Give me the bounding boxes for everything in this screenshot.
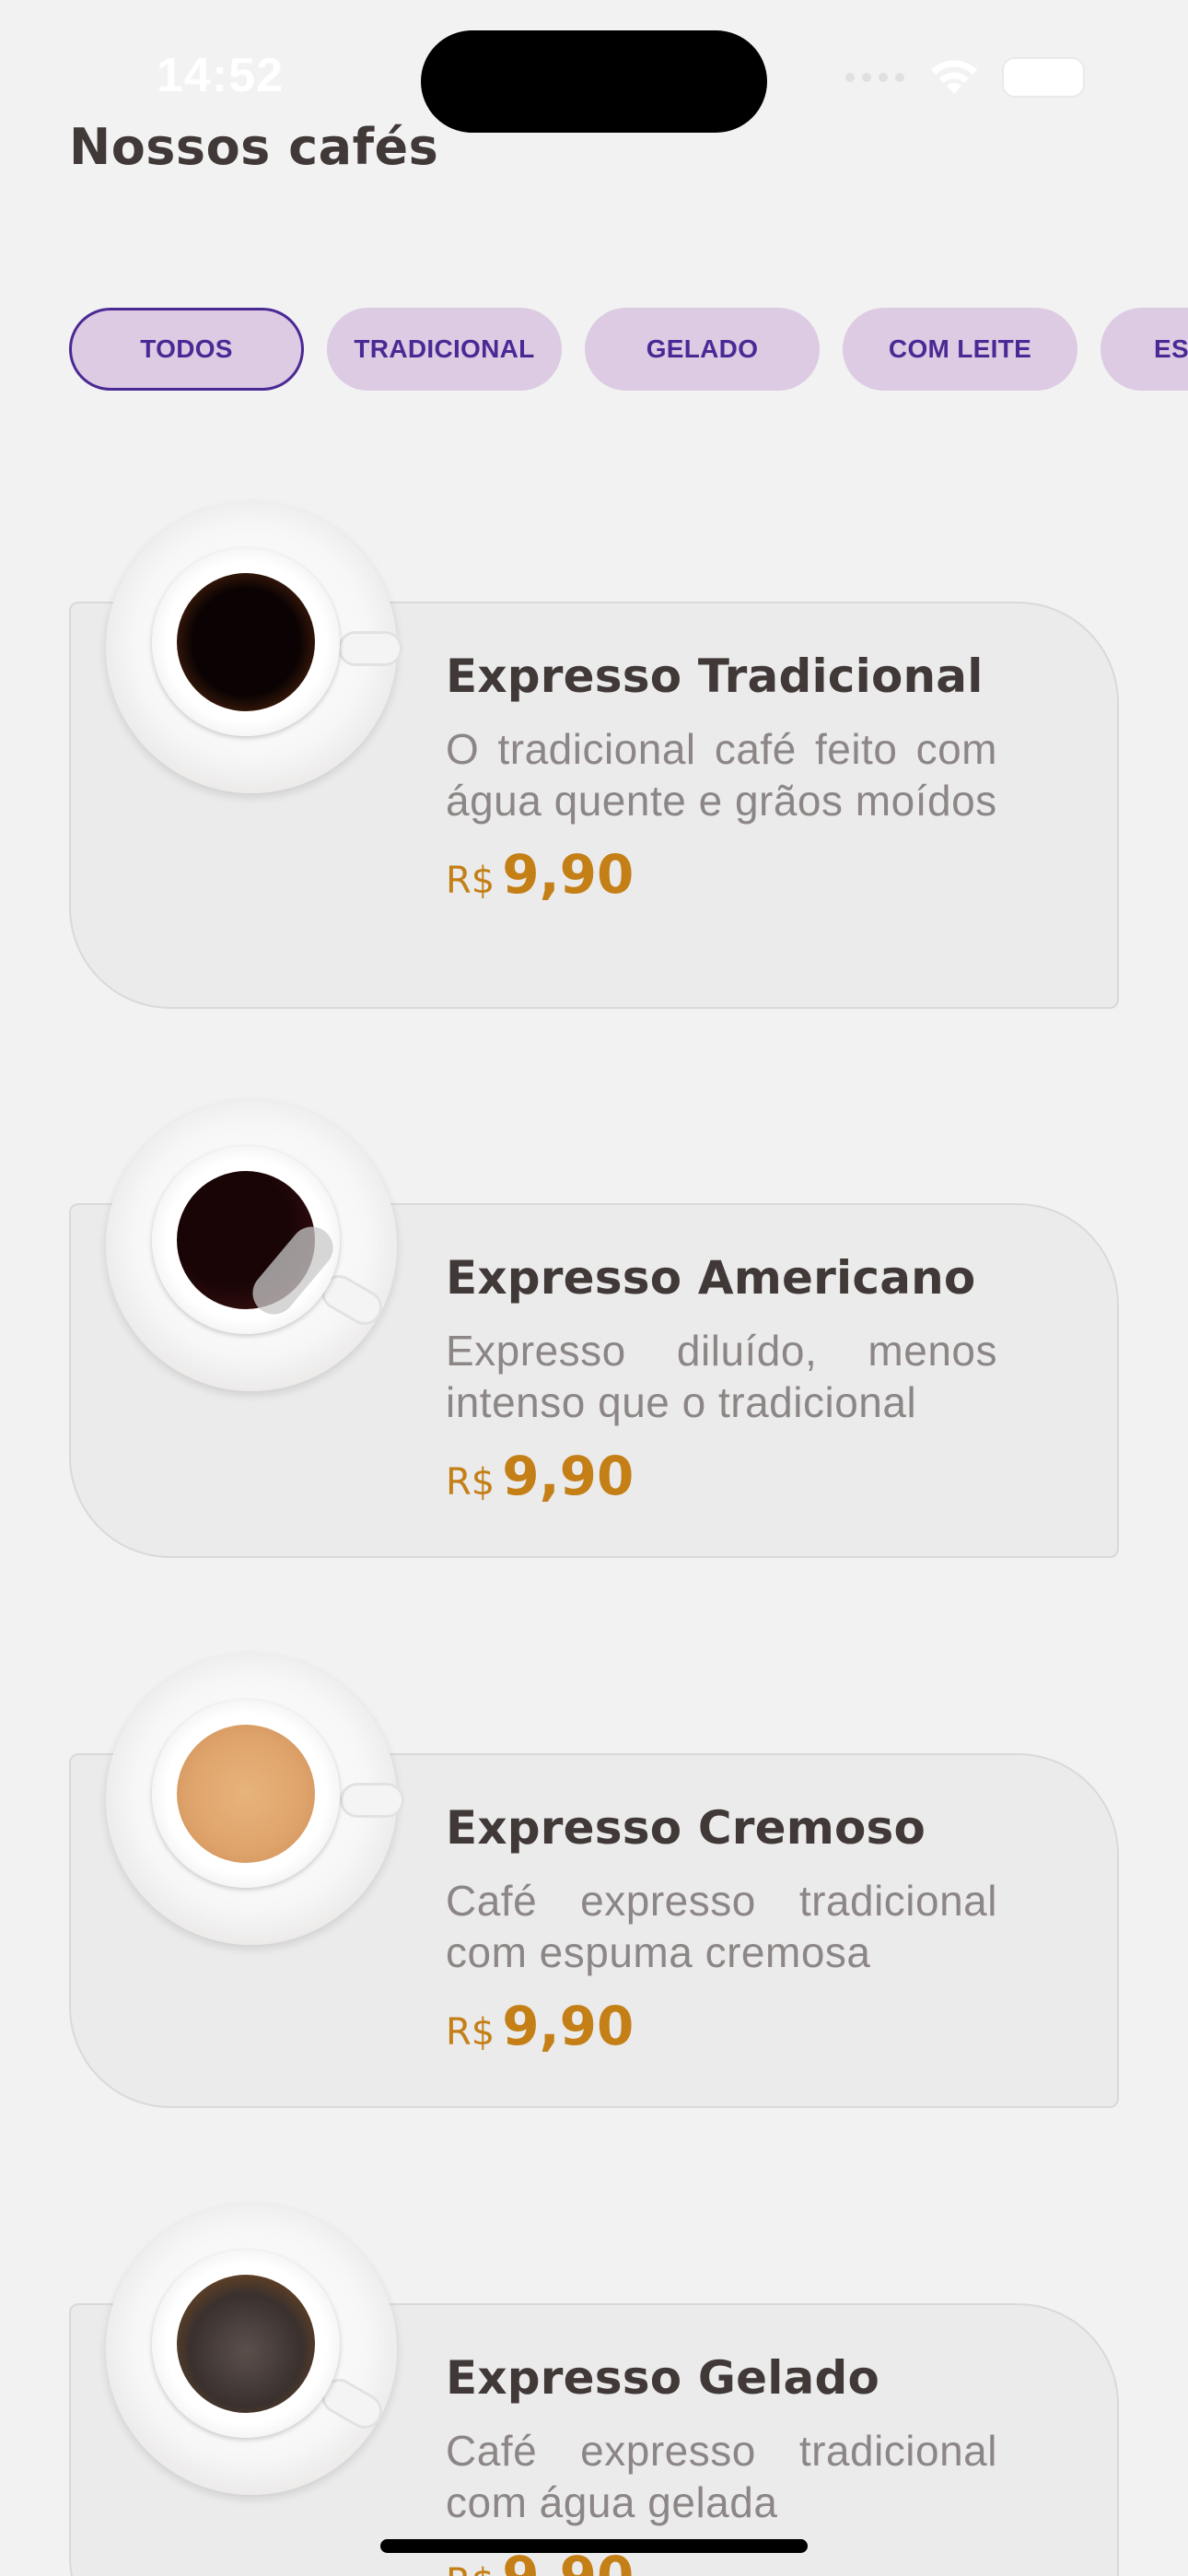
signal-icon [845, 73, 904, 82]
price-value: 9,90 [502, 1445, 635, 1507]
filter-chip-todos[interactable]: TODOS [69, 308, 304, 391]
coffee-price: R$9,90 [446, 843, 997, 906]
price-currency: R$ [446, 860, 495, 902]
filter-chip-tradicional[interactable]: TRADICIONAL [327, 308, 562, 391]
battery-icon [1004, 59, 1083, 96]
coffee-description: Expresso diluído, menos intenso que o tr… [446, 1327, 997, 1426]
filter-chip-com-leite[interactable]: COM LEITE [843, 308, 1077, 391]
coffee-description: Café expresso tradicional com espuma cre… [446, 1877, 997, 1976]
filter-chip-especiais[interactable]: ESPECIAIS [1101, 308, 1188, 391]
coffee-name: Expresso Cremoso [446, 1801, 926, 1855]
coffee-name: Expresso Gelado [446, 2351, 880, 2405]
coffee-image-gelado [106, 2204, 397, 2495]
price-currency: R$ [446, 2561, 495, 2576]
home-indicator[interactable] [380, 2539, 808, 2553]
status-icons [845, 57, 1083, 98]
coffee-price: R$9,90 [446, 1995, 997, 2057]
dynamic-island [421, 30, 767, 133]
coffee-image-cremoso [106, 1654, 404, 1945]
coffee-price: R$9,90 [446, 1445, 997, 1507]
filter-chip-gelado[interactable]: GELADO [585, 308, 820, 391]
price-currency: R$ [446, 1461, 495, 1504]
coffee-name: Expresso Tradicional [446, 650, 984, 703]
filter-bar: TODOS TRADICIONAL GELADO COM LEITE ESPEC… [69, 308, 1188, 391]
coffee-description: Café expresso tradicional com água gelad… [446, 2427, 997, 2526]
status-time: 14:52 [157, 49, 284, 102]
price-currency: R$ [446, 2011, 495, 2054]
coffee-image-tradicional [106, 502, 402, 793]
wifi-icon [931, 60, 977, 94]
price-value: 9,90 [502, 1995, 635, 2057]
page-title: Nossos cafés [69, 118, 439, 176]
coffee-name: Expresso Americano [446, 1251, 976, 1305]
coffee-description: O tradicional café feito com água quente… [446, 725, 997, 825]
price-value: 9,90 [502, 843, 635, 906]
screen: 14:52 Nossos cafés TODOS TRADICIONAL GEL… [0, 0, 1188, 2576]
coffee-image-americano [106, 1100, 397, 1391]
